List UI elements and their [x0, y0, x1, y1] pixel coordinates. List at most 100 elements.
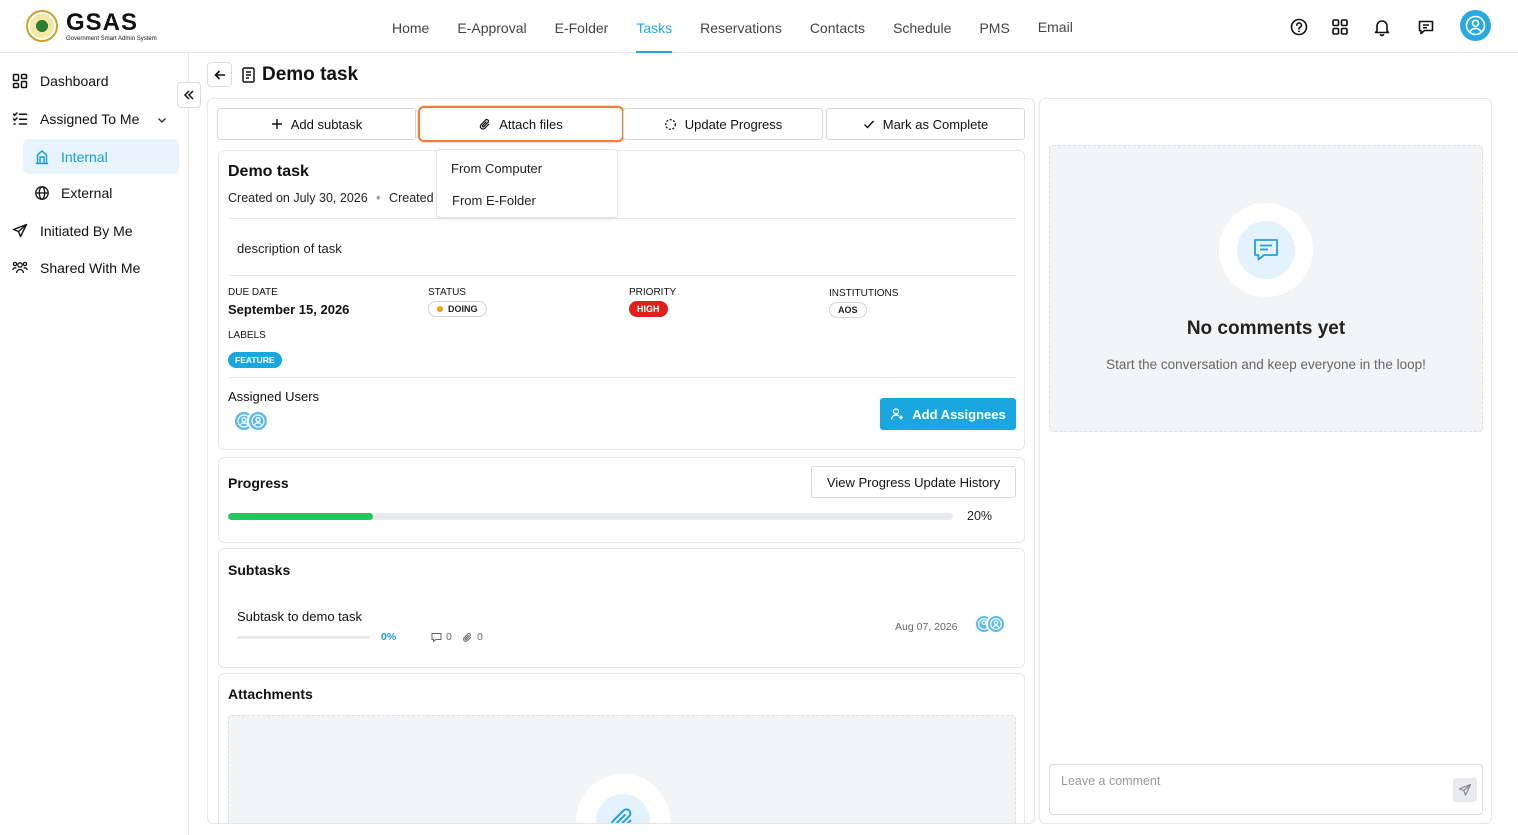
sidebar-item-label: External — [61, 184, 113, 201]
priority-badge[interactable]: HIGH — [629, 301, 668, 317]
attachments-empty-circle — [576, 774, 670, 823]
update-progress-label: Update Progress — [684, 116, 783, 132]
priority-label: PRIORITY — [629, 287, 677, 298]
empty-state-circle — [1219, 203, 1313, 297]
attachments-dropzone[interactable] — [228, 715, 1016, 823]
subtask-progress-bar — [237, 636, 370, 639]
task-info-card: Demo task Created on July 30, 2026 • Cre… — [218, 150, 1025, 450]
comment-count: 0 — [446, 631, 452, 643]
top-bar: GSAS Government Smart Admin System Home … — [0, 0, 1518, 53]
nav-schedule[interactable]: Schedule — [893, 0, 951, 53]
sidebar-item-assigned-to-me[interactable]: Assigned To Me — [12, 111, 172, 127]
divider — [229, 218, 1016, 219]
menu-item-from-computer[interactable]: From Computer — [451, 161, 542, 176]
comment-input[interactable]: Leave a comment — [1049, 764, 1483, 815]
users-icon — [12, 261, 28, 274]
subtask-row[interactable]: Subtask to demo task 0% 0 0 Aug 07, 2026 — [219, 597, 1024, 647]
subtasks-title: Subtasks — [228, 562, 291, 578]
page-title-text: Demo task — [262, 64, 359, 85]
back-button[interactable] — [207, 62, 232, 87]
attach-files-menu: From Computer From E-Folder — [436, 149, 618, 218]
due-date-value: September 15, 2026 — [228, 302, 350, 317]
logo-subtitle: Government Smart Admin System — [66, 35, 157, 42]
help-icon[interactable] — [1289, 17, 1309, 37]
sidebar: Dashboard Assigned To Me Internal Extern… — [0, 53, 189, 835]
send-comment-button[interactable] — [1453, 778, 1477, 802]
user-avatar[interactable] — [1460, 10, 1491, 41]
comment-icon — [431, 632, 442, 643]
label-badge[interactable]: FEATURE — [228, 352, 282, 368]
sidebar-item-label: Dashboard — [40, 73, 109, 89]
assignee-avatar[interactable] — [247, 410, 269, 432]
paperclip-icon — [596, 794, 650, 823]
task-description: description of task — [237, 241, 342, 256]
subtask-assignee-avatar[interactable] — [986, 614, 1006, 634]
sidebar-item-label: Internal — [61, 148, 108, 165]
loader-icon — [664, 118, 676, 130]
progress-title: Progress — [228, 475, 289, 491]
progress-percent: 20% — [967, 509, 993, 523]
sidebar-item-initiated-by-me[interactable]: Initiated By Me — [12, 223, 133, 239]
created-on: Created on July 30, 2026 — [228, 191, 368, 205]
subtasks-card: Subtasks Subtask to demo task 0% 0 0 Aug… — [218, 548, 1025, 668]
add-subtask-label: Add subtask — [290, 116, 363, 132]
subtask-progress-text: 0% — [381, 631, 397, 643]
update-progress-button[interactable]: Update Progress — [623, 108, 823, 140]
task-detail-panel: Add subtask Attach files Update Progress… — [207, 98, 1035, 824]
sidebar-item-shared-with-me[interactable]: Shared With Me — [12, 260, 140, 276]
nav-home[interactable]: Home — [392, 0, 429, 53]
nav-email[interactable]: Email — [1038, 0, 1073, 53]
progress-bar — [228, 513, 953, 520]
add-assignees-label: Add Assignees — [912, 406, 1006, 422]
nav-tasks[interactable]: Tasks — [636, 0, 672, 53]
building-icon — [36, 149, 48, 164]
nav-e-approval[interactable]: E-Approval — [457, 0, 526, 53]
collapse-sidebar-button[interactable] — [177, 82, 201, 108]
mark-complete-button[interactable]: Mark as Complete — [826, 108, 1025, 140]
sidebar-item-label: Shared With Me — [40, 260, 141, 276]
globe-icon — [35, 185, 49, 200]
add-subtask-button[interactable]: Add subtask — [217, 108, 416, 140]
assigned-users-label: Assigned Users — [228, 389, 320, 404]
nav-e-folder[interactable]: E-Folder — [555, 0, 609, 53]
attachments-title: Attachments — [228, 686, 313, 702]
nav-contacts[interactable]: Contacts — [810, 0, 865, 53]
sidebar-item-internal[interactable]: Internal — [23, 139, 179, 174]
due-date-label: DUE DATE — [228, 287, 278, 298]
sidebar-item-dashboard[interactable]: Dashboard — [12, 73, 109, 89]
send-icon — [12, 223, 28, 238]
nav-pms[interactable]: PMS — [979, 0, 1009, 53]
list-check-icon — [12, 112, 28, 125]
status-dot-icon — [437, 306, 443, 312]
institution-badge: AOS — [829, 302, 867, 318]
app-logo[interactable]: GSAS Government Smart Admin System — [26, 10, 157, 42]
logo-title: GSAS — [66, 8, 139, 36]
subtask-due-date: Aug 07, 2026 — [895, 621, 958, 633]
bell-icon[interactable] — [1372, 17, 1392, 37]
labels-label: LABELS — [228, 330, 266, 341]
task-title: Demo task — [228, 163, 309, 180]
user-plus-icon — [891, 408, 904, 420]
sidebar-item-external[interactable]: External — [23, 175, 179, 210]
status-badge[interactable]: DOING — [428, 301, 487, 317]
sidebar-item-label: Assigned To Me — [40, 111, 140, 127]
attach-files-button[interactable]: Attach files — [418, 106, 624, 142]
chevrons-left-icon — [183, 90, 194, 100]
empty-comments-subtitle: Start the conversation and keep everyone… — [1106, 357, 1426, 372]
nav-reservations[interactable]: Reservations — [700, 0, 782, 53]
add-assignees-button[interactable]: Add Assignees — [880, 398, 1016, 430]
empty-comments-title: No comments yet — [1186, 318, 1346, 339]
subtask-attachment-count: 0 — [462, 631, 483, 643]
progress-card: Progress View Progress Update History 20… — [218, 457, 1025, 543]
dashboard-icon — [12, 73, 28, 89]
divider — [229, 377, 1016, 378]
logo-seal-icon — [26, 10, 58, 42]
menu-item-from-efolder[interactable]: From E-Folder — [452, 193, 536, 208]
paperclip-icon — [463, 632, 472, 642]
status-label: STATUS — [428, 287, 466, 298]
message-icon[interactable] — [1416, 17, 1436, 37]
clipboard-icon — [242, 67, 255, 83]
progress-bar-fill — [228, 513, 373, 520]
view-progress-history-button[interactable]: View Progress Update History — [811, 466, 1016, 498]
apps-grid-icon[interactable] — [1330, 17, 1350, 37]
